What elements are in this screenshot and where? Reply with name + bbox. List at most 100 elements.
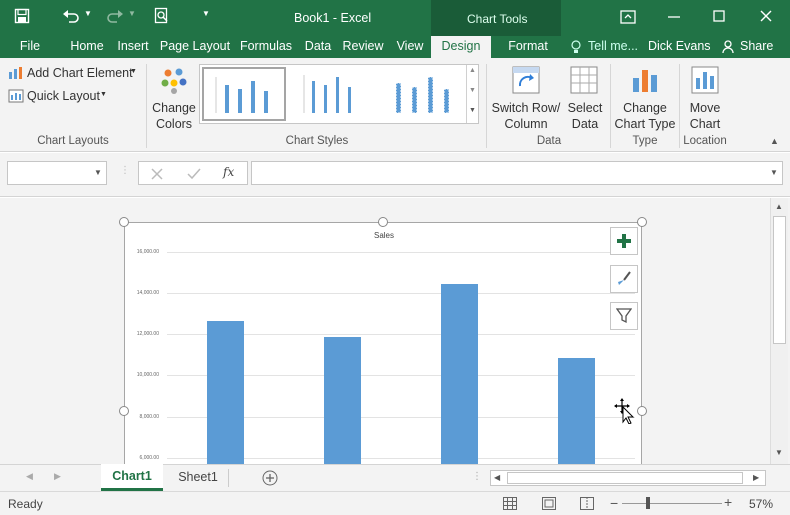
gallery-more-icon[interactable]: ▼ — [469, 107, 476, 114]
resize-handle-top-right[interactable] — [637, 217, 647, 227]
scroll-right-icon[interactable]: ▶ — [753, 473, 759, 482]
chart-bar[interactable] — [324, 336, 361, 465]
select-data-label-1: Select — [567, 101, 603, 115]
tab-format[interactable]: Format — [500, 36, 556, 58]
zoom-slider-thumb[interactable] — [646, 497, 650, 509]
tab-formulas[interactable]: Formulas — [238, 36, 294, 58]
change-chart-type-button[interactable]: Change Chart Type — [612, 64, 678, 134]
chart-tools-context: Chart Tools — [431, 0, 561, 36]
resize-handle-right[interactable] — [637, 406, 647, 416]
close-icon[interactable] — [760, 10, 772, 22]
tab-divider — [228, 469, 229, 487]
tab-file[interactable]: File — [12, 36, 48, 58]
status-mode: Ready — [8, 497, 43, 511]
h-scroll-thumb[interactable] — [507, 472, 743, 484]
select-data-button[interactable]: Select Data — [564, 64, 606, 134]
tab-insert[interactable]: Insert — [114, 36, 152, 58]
redo-dropdown-icon[interactable]: ▼ — [128, 9, 136, 18]
gallery-up-icon[interactable]: ▲ — [469, 67, 476, 74]
chart-bar[interactable] — [558, 358, 595, 465]
maximize-icon[interactable] — [713, 10, 725, 22]
tab-home[interactable]: Home — [64, 36, 110, 58]
page-layout-view-icon[interactable] — [542, 497, 556, 510]
group-divider — [610, 64, 611, 148]
enter-icon[interactable] — [187, 168, 201, 180]
move-chart-button[interactable]: Move Chart — [682, 64, 728, 134]
splitter-grip-icon[interactable]: ⋮ — [472, 471, 482, 482]
tab-design[interactable]: Design — [431, 36, 491, 58]
lightbulb-icon — [571, 40, 581, 53]
chart-style-1[interactable] — [202, 67, 286, 121]
scroll-down-icon[interactable]: ▼ — [775, 448, 783, 457]
page-break-view-icon[interactable] — [580, 497, 594, 510]
print-preview-icon[interactable] — [154, 7, 170, 25]
resize-handle-top-left[interactable] — [119, 217, 129, 227]
sheet-tab-sheet1[interactable]: Sheet1 — [168, 465, 228, 491]
chevron-down-icon: ▼ — [130, 68, 137, 75]
chart-styles-button[interactable] — [610, 265, 638, 293]
y-tick-label: 12,000.00 — [136, 331, 159, 338]
customize-qat-icon[interactable]: ▼ — [202, 9, 210, 18]
chart-bar[interactable] — [207, 320, 244, 465]
save-icon[interactable] — [14, 8, 30, 24]
undo-icon[interactable] — [62, 8, 80, 24]
y-tick-label: 14,000.00 — [136, 289, 159, 296]
redo-icon[interactable] — [106, 8, 124, 24]
ribbon-display-options-icon[interactable] — [620, 10, 636, 24]
chart-style-2[interactable] — [294, 67, 378, 121]
normal-view-icon[interactable] — [503, 497, 517, 510]
insert-function-icon[interactable]: fx — [223, 165, 234, 179]
minimize-icon[interactable] — [668, 12, 680, 22]
tell-me-search[interactable]: Tell me... — [588, 36, 638, 58]
sheet-tab-chart1[interactable]: Chart1 — [101, 464, 163, 491]
gallery-scroll[interactable]: ▲ ▼ ▼ — [466, 65, 478, 123]
scroll-thumb[interactable] — [773, 216, 786, 344]
new-sheet-icon[interactable] — [262, 470, 278, 486]
tab-page-layout[interactable]: Page Layout — [158, 36, 232, 58]
prev-sheet-icon[interactable]: ◀ — [26, 471, 33, 482]
vertical-scrollbar[interactable]: ▲ ▼ — [770, 198, 788, 464]
name-box[interactable]: ▼ — [7, 161, 107, 185]
paintbrush-icon — [618, 271, 631, 285]
gallery-down-icon[interactable]: ▼ — [469, 87, 476, 94]
chart-area[interactable]: Sales 6,000.00 8,000.00 10,000.00 12,000.00… — [124, 222, 643, 465]
user-name[interactable]: Dick Evans — [648, 36, 711, 58]
zoom-in-icon[interactable]: + — [724, 494, 732, 510]
tab-review[interactable]: Review — [340, 36, 386, 58]
horizontal-scrollbar[interactable]: ◀ ▶ — [490, 470, 766, 486]
expand-formula-icon[interactable]: ▼ — [770, 168, 778, 177]
name-box-dropdown-icon[interactable]: ▼ — [94, 168, 102, 177]
tab-view[interactable]: View — [392, 36, 428, 58]
add-chart-element-button[interactable]: Add Chart Element ▼ — [6, 64, 140, 82]
add-chart-element-icon — [9, 67, 22, 79]
plot-area[interactable]: 6,000.00 8,000.00 10,000.00 12,000.00 14,000… — [125, 223, 643, 465]
group-label-location: Location — [683, 135, 727, 147]
next-sheet-icon[interactable]: ▶ — [54, 471, 61, 482]
undo-dropdown-icon[interactable]: ▼ — [84, 9, 92, 18]
formula-input[interactable]: ▼ — [251, 161, 783, 185]
group-label-data: Data — [536, 135, 562, 147]
collapse-ribbon-icon[interactable]: ▲ — [770, 136, 779, 146]
chart-bar[interactable] — [441, 283, 478, 465]
scroll-up-icon[interactable]: ▲ — [775, 202, 783, 211]
sheet-tabs-bar: ◀ ▶ Chart1 Sheet1 ⋮ ◀ ▶ — [0, 464, 790, 491]
zoom-slider-track[interactable] — [622, 503, 722, 504]
move-chart-label-1: Move — [689, 101, 721, 115]
change-colors-label-2: Colors — [155, 117, 193, 131]
tab-data[interactable]: Data — [300, 36, 336, 58]
quick-layout-button[interactable]: Quick Layout ▼ — [6, 87, 110, 105]
resize-handle-top[interactable] — [378, 217, 388, 227]
change-colors-button[interactable]: Change Colors — [150, 64, 198, 134]
cancel-icon[interactable] — [151, 168, 163, 180]
chart-style-3[interactable] — [384, 67, 468, 121]
status-bar: Ready − + 57% — [0, 491, 790, 515]
zoom-level[interactable]: 57% — [749, 497, 773, 511]
zoom-out-icon[interactable]: − — [610, 495, 618, 511]
chart-elements-button[interactable] — [610, 227, 638, 255]
chart-filters-button[interactable] — [610, 302, 638, 330]
scroll-left-icon[interactable]: ◀ — [494, 473, 500, 482]
share-button[interactable]: Share — [718, 36, 790, 58]
resize-handle-left[interactable] — [119, 406, 129, 416]
switch-row-column-button[interactable]: Switch Row/ Column — [490, 64, 562, 134]
y-tick-label: 16,000.00 — [136, 248, 159, 255]
